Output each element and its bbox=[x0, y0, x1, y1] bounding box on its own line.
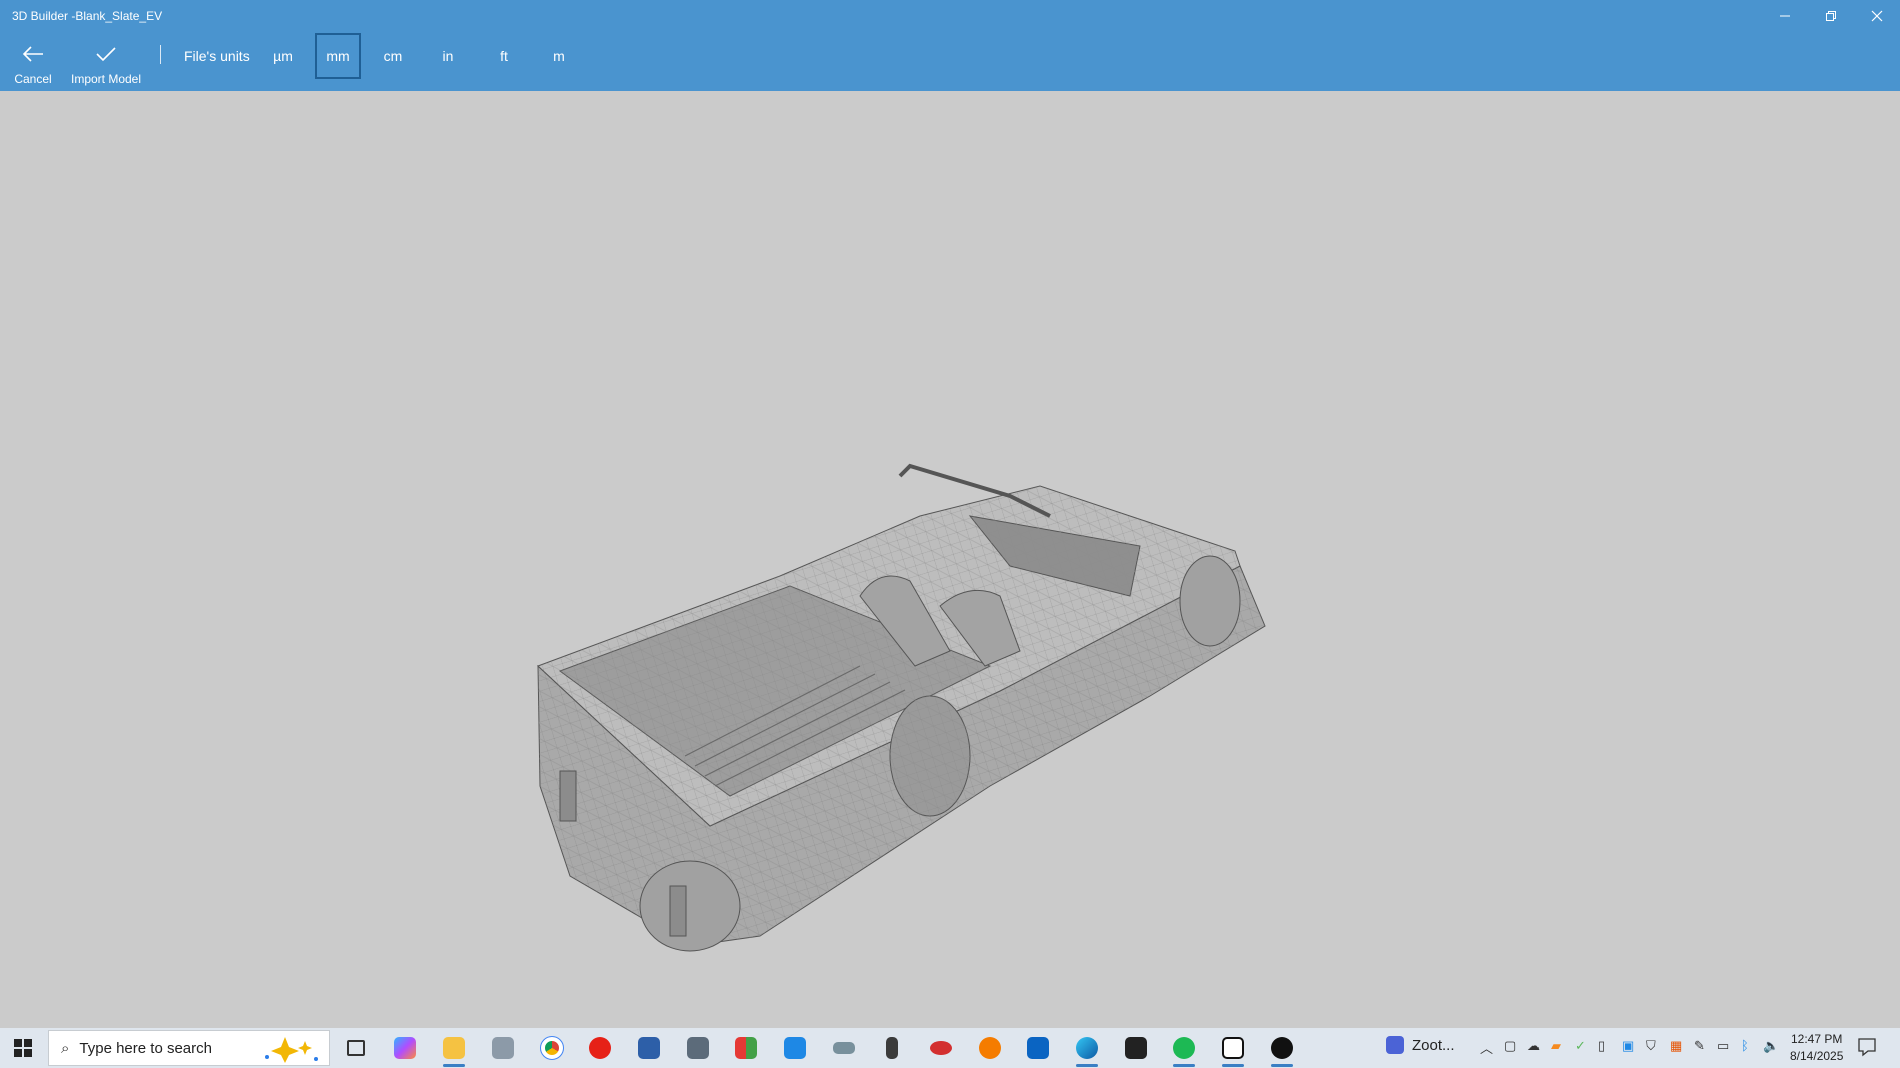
maps-icon[interactable] bbox=[976, 1034, 1004, 1062]
zotero-label: Zoot... bbox=[1412, 1036, 1455, 1054]
show-hidden-icons-chevron-icon[interactable]: ︿ bbox=[1480, 1038, 1493, 1057]
cancel-button[interactable]: Cancel bbox=[14, 42, 52, 86]
meet-icon[interactable]: ▢ bbox=[1504, 1038, 1516, 1054]
tray-app-icon[interactable]: ▦ bbox=[1670, 1038, 1682, 1054]
volume-icon[interactable]: 🔈 bbox=[1763, 1038, 1779, 1054]
unit-micrometer-button[interactable]: µm bbox=[260, 33, 306, 79]
sparkle-icon bbox=[261, 1035, 321, 1068]
edge-icon[interactable] bbox=[1073, 1034, 1101, 1062]
notification-icon[interactable] bbox=[1856, 1036, 1878, 1058]
chrome-icon[interactable] bbox=[538, 1034, 566, 1062]
car-app-icon[interactable] bbox=[635, 1034, 663, 1062]
search-icon: ⌕ bbox=[61, 1039, 70, 1057]
copilot-icon[interactable] bbox=[391, 1034, 419, 1062]
toolbar-separator bbox=[160, 45, 161, 64]
store-icon[interactable] bbox=[781, 1034, 809, 1062]
clock[interactable]: 12:47 PM 8/14/2025 bbox=[1790, 1031, 1843, 1065]
network-icon[interactable]: ▭ bbox=[1717, 1038, 1729, 1054]
import-model-label: Import Model bbox=[70, 72, 142, 86]
file-units-label: File's units bbox=[184, 48, 250, 64]
flashlight-app-icon[interactable] bbox=[878, 1034, 906, 1062]
import-model-button[interactable]: Import Model bbox=[68, 42, 144, 86]
bluetooth-icon[interactable]: ᛒ bbox=[1741, 1038, 1749, 1053]
security-shield-icon[interactable]: ⛉ bbox=[1646, 1038, 1656, 1054]
zotero-icon bbox=[1386, 1036, 1404, 1054]
car-model-wireframe[interactable] bbox=[530, 456, 1280, 956]
3d-viewport[interactable] bbox=[0, 91, 1900, 1028]
tile-app-icon[interactable] bbox=[732, 1034, 760, 1062]
app-toolbar: 3D Builder -Blank_Slate_EV Cancel Import… bbox=[0, 0, 1900, 91]
active-indicator bbox=[1271, 1064, 1293, 1067]
pen-icon[interactable]: ✎ bbox=[1694, 1038, 1705, 1054]
unit-meter-button[interactable]: m bbox=[536, 33, 582, 79]
camera-icon[interactable] bbox=[684, 1034, 712, 1062]
app-tray-icon[interactable]: ▣ bbox=[1622, 1038, 1634, 1054]
sync-app-icon[interactable]: ✓ bbox=[1575, 1038, 1586, 1054]
window-title: 3D Builder -Blank_Slate_EV bbox=[12, 9, 163, 23]
restore-icon[interactable] bbox=[1808, 0, 1854, 32]
outlook-icon[interactable] bbox=[1024, 1034, 1052, 1062]
checkmark-icon bbox=[95, 42, 117, 66]
usb-icon[interactable]: ▯ bbox=[1598, 1038, 1605, 1054]
device-app-icon[interactable] bbox=[830, 1034, 858, 1062]
unit-inch-button[interactable]: in bbox=[425, 33, 471, 79]
unit-centimeter-button[interactable]: cm bbox=[370, 33, 416, 79]
clock-date: 8/14/2025 bbox=[1790, 1049, 1844, 1063]
printer-app-icon[interactable] bbox=[489, 1034, 517, 1062]
taskbar-search-box[interactable]: ⌕ Type here to search bbox=[48, 1030, 330, 1066]
close-icon[interactable] bbox=[1854, 0, 1900, 32]
unit-millimeter-button[interactable]: mm bbox=[315, 33, 361, 79]
back-arrow-icon bbox=[22, 42, 44, 66]
active-indicator bbox=[1222, 1064, 1244, 1067]
unit-foot-button[interactable]: ft bbox=[481, 33, 527, 79]
active-indicator bbox=[1173, 1064, 1195, 1067]
minimize-icon[interactable] bbox=[1762, 0, 1808, 32]
unity-icon[interactable] bbox=[1122, 1034, 1150, 1062]
file-explorer-icon[interactable] bbox=[440, 1034, 468, 1062]
active-indicator bbox=[1076, 1064, 1098, 1067]
taskbar: ⌕ Type here to search Zoot... ︿ ▢ ☁ ▰ ✓ … bbox=[0, 1028, 1900, 1068]
clock-time: 12:47 PM bbox=[1791, 1032, 1843, 1046]
notion-icon[interactable] bbox=[1219, 1034, 1247, 1062]
windows-start-icon[interactable] bbox=[0, 1028, 46, 1068]
youtube-music-icon[interactable] bbox=[586, 1034, 614, 1062]
onedrive-icon[interactable]: ☁ bbox=[1527, 1038, 1540, 1054]
cancel-label: Cancel bbox=[14, 72, 52, 86]
active-indicator bbox=[443, 1064, 465, 1067]
zotero-taskbar-item[interactable]: Zoot... bbox=[1386, 1036, 1455, 1054]
task-view-icon[interactable] bbox=[342, 1034, 370, 1062]
lips-app-icon[interactable] bbox=[927, 1034, 955, 1062]
spotify-icon[interactable] bbox=[1170, 1034, 1198, 1062]
pen-app-icon[interactable]: ▰ bbox=[1551, 1038, 1561, 1054]
3d-builder-taskbar-icon[interactable] bbox=[1268, 1034, 1296, 1062]
search-placeholder: Type here to search bbox=[79, 1039, 212, 1057]
